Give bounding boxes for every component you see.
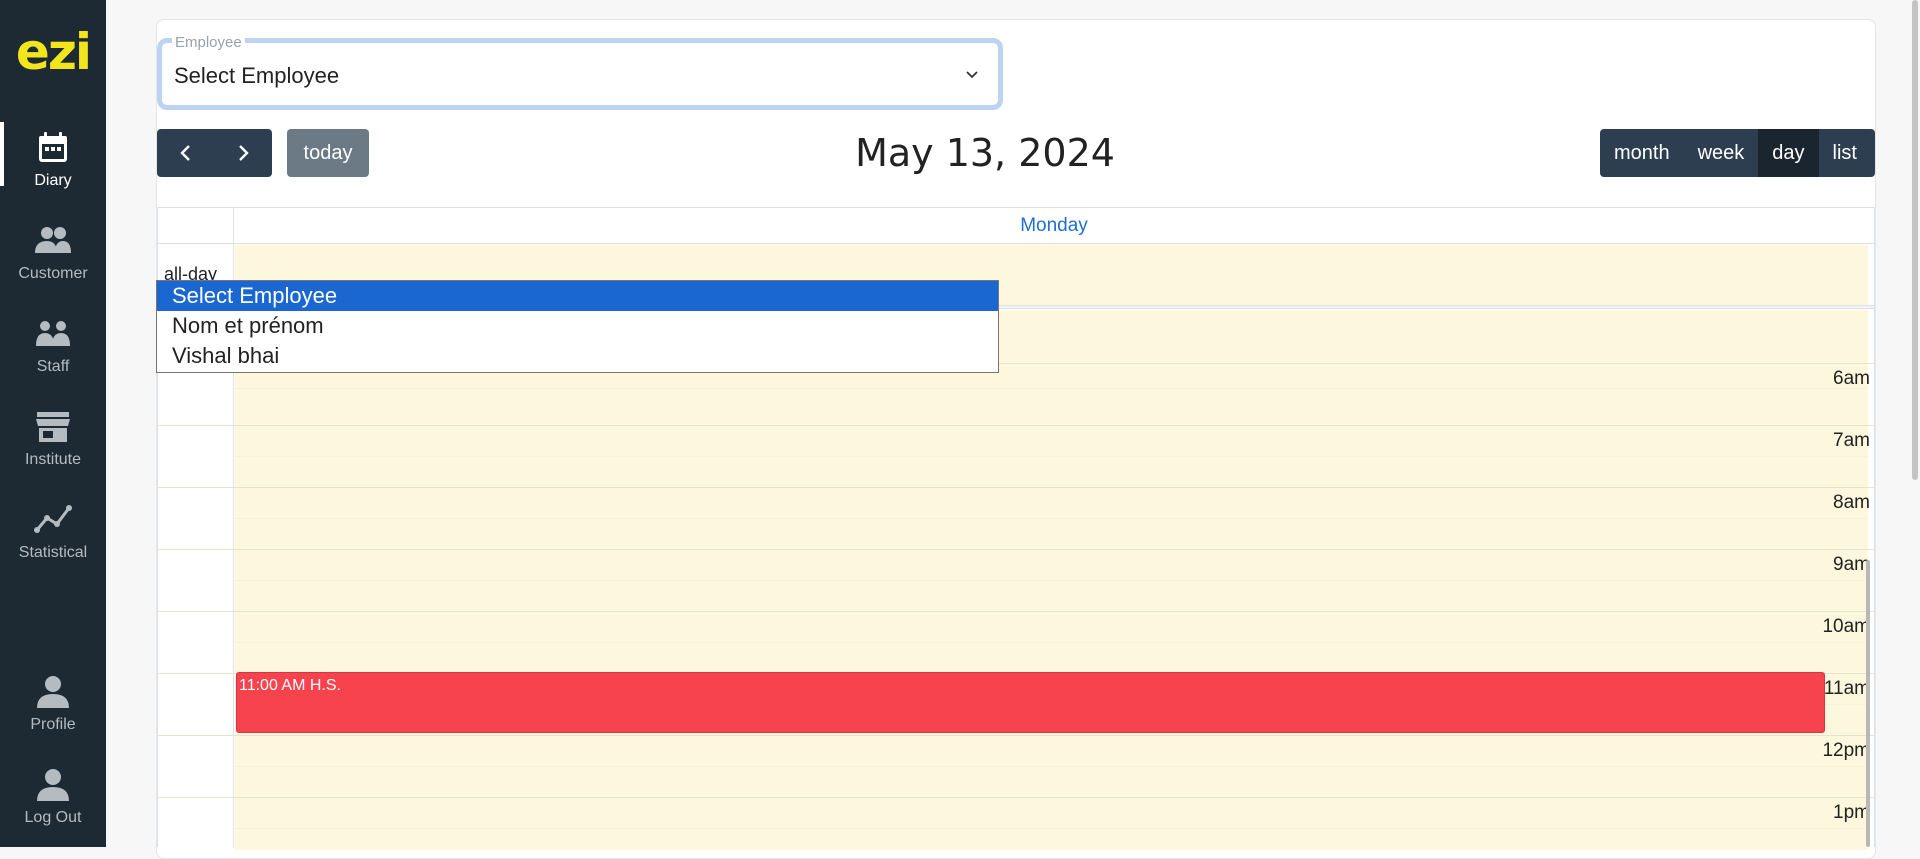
sidebar-item-label: Profile	[30, 716, 76, 733]
hour-line	[158, 549, 1874, 550]
sidebar-item-logout[interactable]: Log Out	[0, 765, 106, 837]
next-button[interactable]	[214, 129, 271, 177]
dropdown-option[interactable]: Nom et prénom	[157, 311, 998, 341]
calendar-event[interactable]: 11:00 AM H.S.	[236, 672, 1825, 733]
hour-line	[158, 611, 1874, 612]
sidebar-item-label: Staff	[36, 358, 70, 375]
half-hour-line	[235, 388, 1868, 389]
employee-select[interactable]: Employee Select Employee	[157, 35, 1003, 110]
chevron-right-icon	[238, 145, 249, 161]
sidebar-item-label: Statistical	[18, 544, 88, 561]
chart-line-icon	[34, 505, 72, 533]
view-month-button[interactable]: month	[1600, 129, 1684, 177]
half-hour-line	[235, 456, 1868, 457]
half-hour-line	[235, 766, 1868, 767]
calendar-icon	[39, 132, 67, 162]
sidebar-item-diary[interactable]: Diary	[0, 122, 106, 200]
view-day-button[interactable]: day	[1758, 129, 1819, 177]
calendar-scrollbar[interactable]	[1866, 560, 1870, 847]
view-list-button[interactable]: list	[1819, 129, 1871, 177]
hour-line	[158, 735, 1874, 736]
today-button[interactable]: today	[287, 129, 369, 177]
half-hour-line	[235, 828, 1868, 829]
sidebar-item-statistical[interactable]: Statistical	[0, 500, 106, 572]
sidebar-item-label: Diary	[34, 172, 72, 189]
user-icon	[37, 676, 69, 708]
chevron-down-icon	[966, 71, 978, 79]
time-label: 12pm	[1822, 740, 1870, 761]
sidebar-item-label: Customer	[18, 265, 88, 282]
sidebar-item-label: Institute	[24, 451, 82, 468]
time-label: 6am	[1833, 368, 1870, 389]
chevron-left-icon	[179, 145, 190, 161]
employee-dropdown-list: Select Employee Nom et prénom Vishal bha…	[156, 280, 999, 373]
prev-next-group	[157, 129, 272, 177]
sidebar-item-staff[interactable]: Staff	[0, 314, 106, 386]
time-label: 8am	[1833, 492, 1870, 513]
time-label: 1pm	[1833, 802, 1870, 823]
half-hour-line	[235, 518, 1868, 519]
calendar-title: May 13, 2024	[855, 131, 1115, 175]
hour-line	[158, 425, 1874, 426]
sidebar-item-profile[interactable]: Profile	[0, 672, 106, 744]
hour-line	[158, 797, 1874, 798]
staff-icon	[36, 321, 70, 346]
prev-button[interactable]	[157, 129, 214, 177]
dropdown-option[interactable]: Vishal bhai	[157, 341, 998, 371]
users-icon	[35, 227, 71, 253]
event-title: 11:00 AM H.S.	[239, 677, 341, 694]
user-icon	[37, 769, 69, 801]
hour-line	[158, 487, 1874, 488]
app-logo: ezi	[15, 23, 92, 81]
sidebar-item-customer[interactable]: Customer	[0, 221, 106, 293]
sidebar: ezi Diary Customer Staff Institute Stati…	[0, 0, 106, 847]
employee-select-label: Employee	[172, 35, 245, 50]
time-label: 9am	[1833, 554, 1870, 575]
view-week-button[interactable]: week	[1684, 129, 1759, 177]
store-icon	[36, 412, 70, 442]
half-hour-line	[235, 580, 1868, 581]
sidebar-item-label: Log Out	[24, 809, 82, 826]
dropdown-option[interactable]: Select Employee	[157, 281, 998, 311]
view-switcher: month week day list	[1600, 129, 1875, 177]
half-hour-line	[235, 642, 1868, 643]
employee-select-value: Select Employee	[174, 63, 340, 88]
day-header[interactable]: Monday	[234, 208, 1874, 244]
time-label: 7am	[1833, 430, 1870, 451]
sidebar-item-institute[interactable]: Institute	[0, 407, 106, 479]
page-scrollbar[interactable]	[1912, 0, 1918, 480]
time-label: 10am	[1822, 616, 1870, 637]
